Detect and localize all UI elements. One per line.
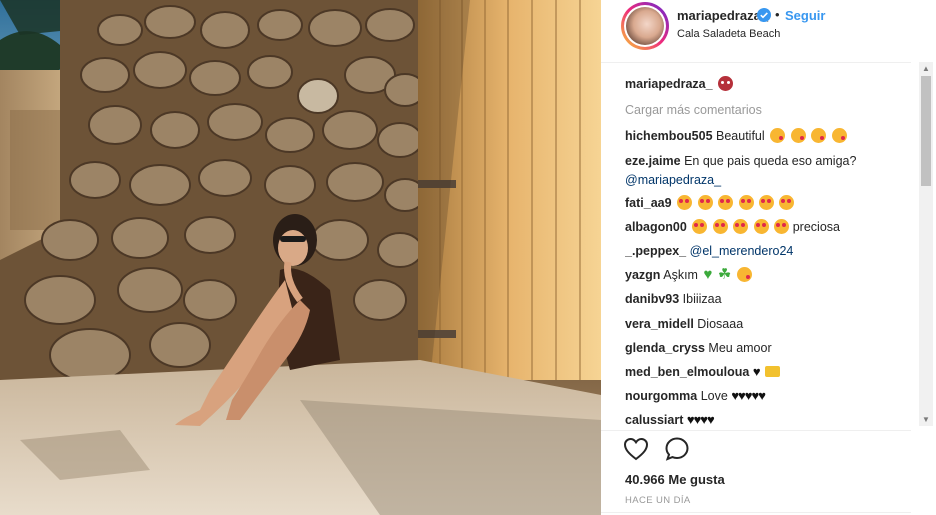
- comment-username[interactable]: fati_aa9: [625, 196, 672, 210]
- comment-item: fati_aa9: [625, 195, 795, 211]
- speech-bubble-icon[interactable]: [664, 436, 690, 462]
- post-details-panel: mariapedraza_ • Seguir Cala Saladeta Bea…: [601, 0, 936, 515]
- black-heart-emoji-icon: ♥: [752, 364, 761, 379]
- post-header: mariapedraza_ • Seguir Cala Saladeta Bea…: [601, 0, 936, 60]
- comment-item: vera_midell Diosaaa: [625, 316, 743, 332]
- comment-text: Ibiiizaa: [682, 292, 722, 306]
- comment-item: yazgn Aşkım ♥ ☘: [625, 267, 752, 283]
- avatar-image[interactable]: [626, 7, 664, 45]
- comment-item: nourgomma Love ♥♥♥♥♥: [625, 388, 766, 404]
- caption: mariapedraza_: [625, 76, 734, 92]
- kiss-emoji-icon: [790, 128, 806, 143]
- load-more-comments-link[interactable]: Cargar más comentarios: [625, 103, 762, 117]
- comment-text: Meu amoor: [708, 341, 772, 355]
- green-heart-emoji-icon: ♥: [703, 266, 713, 283]
- heart-eyes-emoji-icon: [697, 195, 713, 210]
- avatar[interactable]: [624, 5, 666, 47]
- comments-scrollbar[interactable]: ▲ ▼: [919, 62, 933, 426]
- heart-eyes-emoji-icon: [712, 219, 728, 234]
- heart-outline-icon[interactable]: [623, 437, 649, 461]
- post-timestamp[interactable]: HACE UN DÍA: [625, 495, 691, 506]
- post-location[interactable]: Cala Saladeta Beach: [677, 28, 780, 40]
- comment-mention[interactable]: @mariapedraza_: [625, 173, 721, 187]
- heart-eyes-emoji-icon: [692, 219, 708, 234]
- comment-item: _.peppex_ @el_merendero24: [625, 243, 793, 259]
- comment-item: danibv93 Ibiiizaa: [625, 291, 722, 307]
- comment-text: Love: [700, 389, 728, 403]
- avatar-story-ring[interactable]: [621, 2, 669, 50]
- comment-username[interactable]: calussiart: [625, 413, 683, 427]
- scrollbar-thumb[interactable]: [921, 76, 931, 186]
- black-hearts-emoji-icon: ♥♥♥♥: [686, 412, 715, 427]
- comment-item: hichembou505 Beautiful: [625, 128, 847, 144]
- comment-username[interactable]: _.peppex_: [625, 244, 686, 258]
- header-divider: [601, 62, 911, 63]
- comment-username[interactable]: eze.jaime: [625, 154, 681, 168]
- clover-emoji-icon: ☘: [717, 266, 732, 283]
- heart-eyes-emoji-icon: [758, 195, 774, 210]
- post-author-username[interactable]: mariapedraza_: [677, 8, 768, 23]
- comment-item: med_ben_elmouloua ♥: [625, 364, 781, 380]
- heart-eyes-emoji-icon: [774, 219, 790, 234]
- header-separator: •: [775, 7, 780, 22]
- comment-username[interactable]: danibv93: [625, 292, 679, 306]
- comment-text: Beautiful: [716, 129, 765, 143]
- comment-item: eze.jaime En que pais queda eso amiga?: [625, 153, 856, 169]
- comment-text: Diosaaa: [697, 317, 744, 331]
- likes-count[interactable]: 40.966 Me gusta: [625, 472, 725, 487]
- black-hearts-emoji-icon: ♥♥♥♥♥: [731, 388, 766, 403]
- heart-eyes-emoji-icon: [779, 195, 795, 210]
- bottom-divider: [601, 512, 911, 513]
- heart-eyes-emoji-icon: [733, 219, 749, 234]
- comment-item: albagon00 preciosa: [625, 219, 840, 235]
- follow-button[interactable]: Seguir: [785, 8, 825, 23]
- kiss-emoji-icon: [811, 128, 827, 143]
- comment-username[interactable]: med_ben_elmouloua: [625, 365, 749, 379]
- comment-continuation: @mariapedraza_: [625, 172, 721, 188]
- devil-emoji-icon: [718, 76, 734, 91]
- comment-item: glenda_cryss Meu amoor: [625, 340, 772, 356]
- comment-username[interactable]: nourgomma: [625, 389, 697, 403]
- comment-mention[interactable]: @el_merendero24: [690, 244, 794, 258]
- photo-scene: [0, 0, 601, 515]
- heart-eyes-emoji-icon: [753, 219, 769, 234]
- actions-divider: [601, 430, 911, 431]
- comment-text: preciosa: [792, 220, 840, 234]
- comment-username[interactable]: yazgn: [625, 268, 660, 282]
- caption-username[interactable]: mariapedraza_: [625, 77, 713, 91]
- post-photo[interactable]: [0, 0, 601, 515]
- kiss-emoji-icon: [770, 128, 786, 143]
- heart-eyes-emoji-icon: [738, 195, 754, 210]
- scroll-up-arrow-icon[interactable]: ▲: [922, 64, 930, 73]
- comments-list: mariapedraza_ Cargar más comentarios hic…: [625, 68, 911, 430]
- comment-text: Aşkım: [663, 268, 698, 282]
- comment-text: En que pais queda eso amiga?: [684, 154, 857, 168]
- comment-username[interactable]: albagon00: [625, 220, 687, 234]
- scroll-down-arrow-icon[interactable]: ▼: [922, 415, 930, 424]
- comment-username[interactable]: hichembou505: [625, 129, 713, 143]
- comment-username[interactable]: vera_midell: [625, 317, 694, 331]
- heart-eyes-emoji-icon: [677, 195, 693, 210]
- comment-item: calussiart ♥♥♥♥: [625, 412, 715, 428]
- comment-username[interactable]: glenda_cryss: [625, 341, 705, 355]
- heart-eyes-emoji-icon: [718, 195, 734, 210]
- kiss-emoji-icon: [736, 267, 752, 282]
- verified-badge-icon: [757, 8, 771, 22]
- crown-emoji-icon: [765, 366, 781, 377]
- kiss-emoji-icon: [831, 128, 847, 143]
